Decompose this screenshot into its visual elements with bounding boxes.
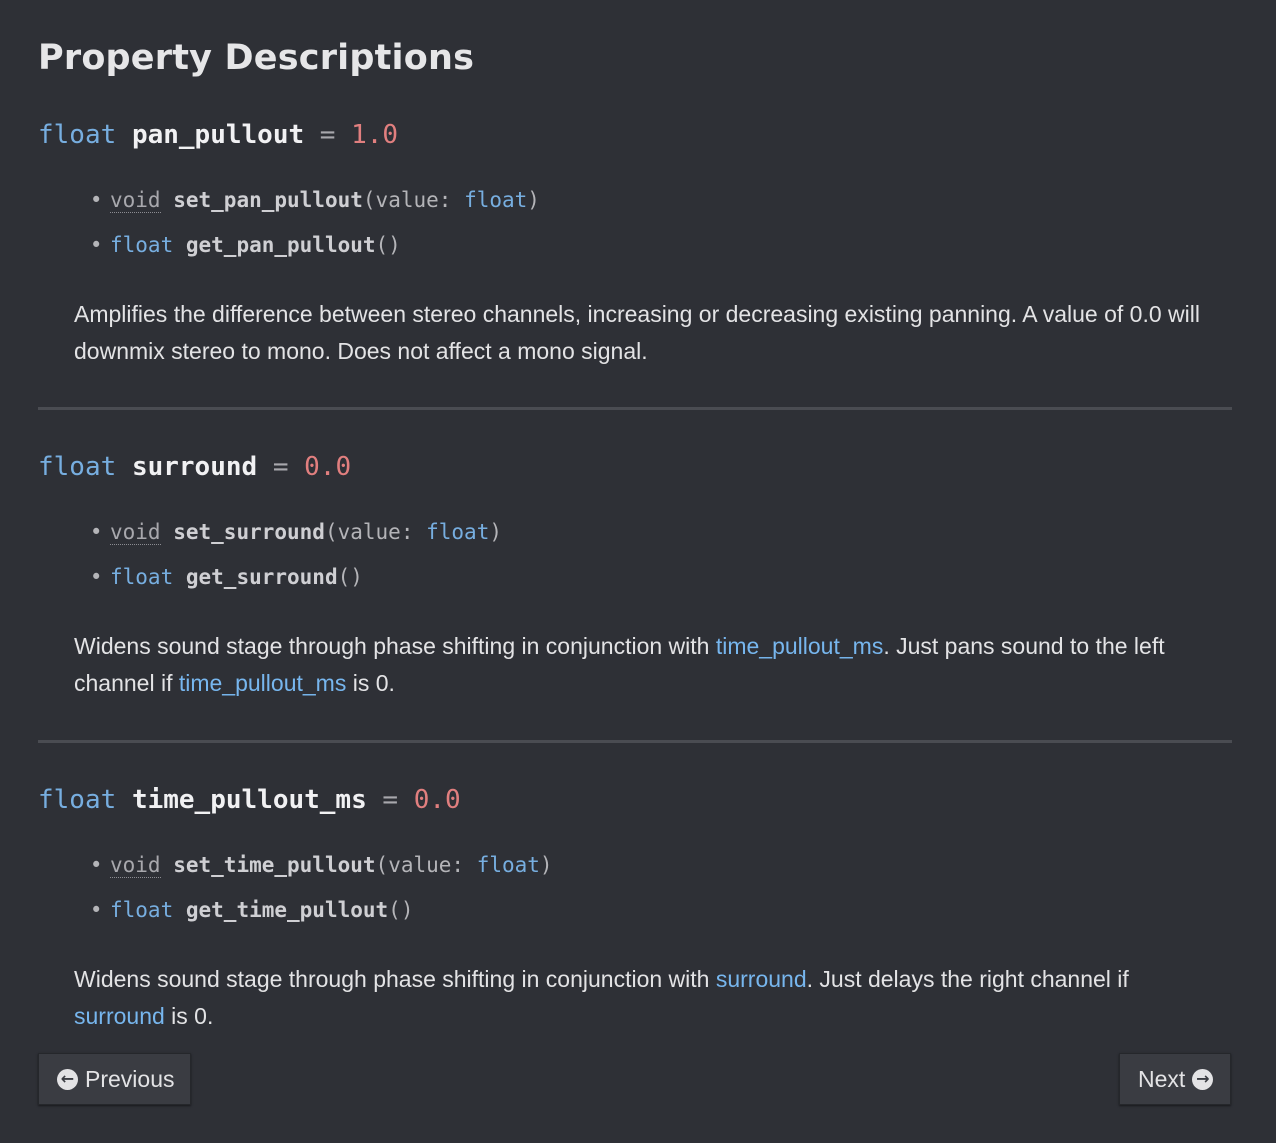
- setter-item: • void set_surround(value: float): [90, 519, 502, 564]
- open-paren: (: [375, 853, 389, 877]
- setter-name: set_pan_pullout: [173, 188, 363, 212]
- equals-sign: =: [382, 785, 399, 815]
- property-name: time_pullout_ms: [131, 785, 367, 815]
- accessor-list: • void set_pan_pullout(value: float) • flo…: [90, 187, 540, 277]
- getter-name: get_pan_pullout: [185, 233, 376, 257]
- return-type[interactable]: float: [110, 898, 173, 922]
- bullet-icon: •: [90, 188, 103, 212]
- property-default: 1.0: [351, 120, 399, 150]
- return-type[interactable]: float: [110, 233, 173, 257]
- property-signature: float surround = 0.0: [38, 452, 351, 482]
- getter-item: • float get_time_pullout(): [90, 897, 553, 942]
- property-type: float: [38, 452, 117, 482]
- next-button[interactable]: Next →: [1119, 1053, 1231, 1105]
- setter-name: set_surround: [173, 520, 325, 544]
- property-description: Amplifies the difference between stereo …: [74, 301, 1200, 364]
- page-title: Property Descriptions: [38, 38, 475, 78]
- circle-arrow-left-icon: ←: [57, 1068, 78, 1090]
- bullet-icon: •: [90, 520, 103, 544]
- return-type[interactable]: float: [110, 565, 173, 589]
- param-type[interactable]: float: [477, 853, 540, 877]
- getter-item: • float get_surround(): [90, 564, 502, 609]
- section-divider: [38, 407, 1232, 410]
- return-type: void: [110, 853, 161, 878]
- parens: (): [388, 898, 414, 922]
- open-paren: (: [362, 188, 376, 212]
- bullet-icon: •: [90, 565, 103, 589]
- getter-item: • float get_pan_pullout(): [90, 232, 540, 277]
- property-type: float: [38, 785, 117, 815]
- property-default: 0.0: [304, 452, 352, 482]
- property-signature: float time_pullout_ms = 0.0: [38, 785, 461, 815]
- return-type: void: [110, 520, 161, 545]
- bullet-icon: •: [90, 233, 103, 257]
- param-name: value:: [388, 853, 465, 877]
- accessor-list: • void set_time_pullout(value: float) • fl…: [90, 852, 553, 942]
- description-text: is 0.: [164, 1003, 214, 1029]
- previous-label: Previous: [85, 1065, 175, 1092]
- link-time-pullout-ms[interactable]: time_pullout_ms: [716, 633, 883, 659]
- description-text: is 0.: [346, 670, 395, 696]
- link-time-pullout-ms[interactable]: time_pullout_ms: [179, 670, 346, 696]
- parens: (): [337, 565, 363, 589]
- property-description: Widens sound stage through phase shiftin…: [74, 628, 1224, 702]
- circle-arrow-right-icon: →: [1192, 1068, 1214, 1090]
- link-surround[interactable]: surround: [716, 966, 807, 992]
- setter-item: • void set_time_pullout(value: float): [90, 852, 553, 897]
- return-type: void: [110, 188, 161, 213]
- description-text: Widens sound stage through phase shiftin…: [74, 966, 716, 992]
- bullet-icon: •: [90, 853, 103, 877]
- description-text: Widens sound stage through phase shiftin…: [74, 633, 716, 659]
- accessor-list: • void set_surround(value: float) • float …: [90, 519, 502, 609]
- open-paren: (: [324, 520, 338, 544]
- property-name: surround: [131, 452, 258, 482]
- close-paren: ): [539, 853, 553, 877]
- parens: (): [375, 233, 401, 257]
- property-type: float: [38, 120, 117, 150]
- property-description: Widens sound stage through phase shiftin…: [74, 961, 1224, 1035]
- setter-name: set_time_pullout: [173, 853, 376, 877]
- bullet-icon: •: [90, 898, 103, 922]
- equals-sign: =: [319, 120, 336, 150]
- property-default: 0.0: [413, 785, 461, 815]
- property-name: pan_pullout: [131, 120, 305, 150]
- param-name: value:: [337, 520, 414, 544]
- section-divider: [38, 740, 1232, 743]
- link-surround[interactable]: surround: [74, 1003, 165, 1029]
- getter-name: get_time_pullout: [185, 898, 389, 922]
- next-label: Next: [1138, 1065, 1186, 1092]
- close-paren: ): [527, 188, 540, 212]
- previous-button[interactable]: ← Previous: [38, 1053, 191, 1105]
- param-name: value:: [375, 188, 452, 212]
- getter-name: get_surround: [185, 565, 338, 589]
- param-type[interactable]: float: [464, 188, 527, 212]
- equals-sign: =: [272, 452, 289, 482]
- property-signature: float pan_pullout = 1.0: [38, 120, 398, 150]
- description-text: . Just delays the right channel if: [806, 966, 1129, 992]
- setter-item: • void set_pan_pullout(value: float): [90, 187, 540, 232]
- param-type[interactable]: float: [426, 520, 489, 544]
- close-paren: ): [489, 520, 502, 544]
